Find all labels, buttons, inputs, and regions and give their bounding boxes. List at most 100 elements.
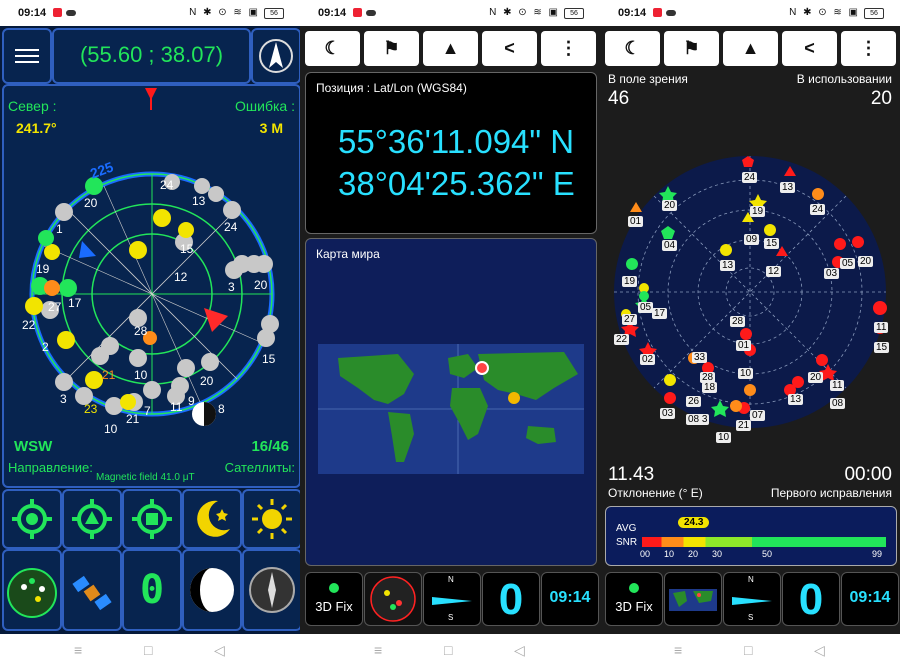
menu-button[interactable] [2, 28, 52, 84]
back-icon[interactable]: ◁ [214, 642, 225, 659]
recent-apps-icon[interactable]: ≡ [374, 642, 382, 658]
fix-status-button[interactable]: 3D Fix [605, 572, 663, 626]
snr-avg-label: AVG [616, 523, 637, 534]
satellite-info-button[interactable] [62, 549, 122, 631]
clock-button[interactable]: 09:14 [541, 572, 599, 626]
big-zero-button[interactable]: 0 [782, 572, 840, 626]
share-button[interactable]: < [482, 31, 537, 66]
sat-id-label: 13 [788, 394, 804, 405]
sat-id-label: 33 [692, 352, 708, 363]
share-icon: < [504, 38, 515, 58]
triangle-mode-button[interactable] [62, 489, 122, 549]
satellite-icon [72, 575, 112, 611]
fix-status-button[interactable]: 3D Fix [305, 572, 363, 626]
digital-view-button[interactable]: 0 [122, 549, 182, 631]
locked-navigate-button[interactable]: ▲ [723, 31, 778, 66]
sat-id-label: 22 [614, 334, 630, 345]
moon-phase-button[interactable] [182, 549, 242, 631]
sat-id-label: 05 [840, 258, 856, 269]
android-nav-bar: ≡ □ ◁ [0, 634, 300, 666]
sat-id-label: 27 [622, 314, 638, 325]
sat-label: 24 [160, 178, 174, 192]
app-notification-icon [653, 8, 662, 17]
sky-label-layer: 24 13 20 01 04 24 19 09 15 12 13 03 05 2… [608, 146, 892, 446]
more-button[interactable]: ⋮ [841, 31, 896, 66]
locked-navigate-button[interactable]: ▲ [423, 31, 478, 66]
sat-label: 9 [188, 394, 195, 408]
big-zero: 0 [498, 575, 524, 624]
share-button[interactable]: < [782, 31, 837, 66]
day-mode-button[interactable] [242, 489, 300, 549]
satellite-count: 16/46 [251, 438, 289, 455]
back-icon[interactable]: ◁ [814, 642, 825, 659]
recent-apps-icon[interactable]: ≡ [74, 642, 82, 658]
locked-person-button[interactable]: ⚑ [664, 31, 719, 66]
sat-label: 20 [254, 278, 268, 292]
sat-label: 10 [134, 368, 148, 382]
radar-thumb-button[interactable] [364, 572, 422, 626]
position-panel: Позиция : Lat/Lon (WGS84) 55°36'11.094" … [305, 72, 597, 234]
compass-mode-button[interactable] [251, 28, 300, 84]
in-view-count: 46 [608, 88, 630, 109]
sat-id-label: 03 [824, 268, 840, 279]
sat-id-label: 26 [686, 396, 702, 407]
night-mode-button[interactable] [182, 489, 242, 549]
locked-person-button[interactable]: ⚑ [364, 31, 419, 66]
sat-id-label: 08 [830, 398, 846, 409]
sat-label-layer: 225 24 13 20 1 24 15 19 12 17 27 22 3 20… [4, 146, 299, 446]
cloud-icon [666, 10, 676, 16]
latitude-value: 55°36'11.094" N [338, 123, 575, 160]
sat-label: 12 [174, 270, 188, 284]
world-map [318, 344, 584, 474]
direction-label: Направление: [8, 460, 93, 475]
person-flag-icon: ⚑ [383, 38, 400, 58]
sat-id-label: 09 [744, 234, 760, 245]
sat-id-label: 15 [874, 342, 890, 353]
home-icon[interactable]: □ [444, 642, 452, 658]
sat-label: 22 [22, 318, 36, 332]
home-icon[interactable]: □ [144, 642, 152, 658]
sat-id-label: 17 [652, 308, 668, 319]
night-toggle-button[interactable]: ☾ [605, 31, 660, 66]
in-view-label: В поле зрения [608, 72, 688, 86]
clock-value: 09:14 [849, 589, 891, 606]
sat-id-label: 05 [638, 302, 654, 313]
phone-screen-1: 09:14 N ✱ ⊙ ≋ ▣ 56 (55.60 ; 38.07) Север… [0, 0, 300, 666]
sat-label: 17 [68, 296, 82, 310]
big-zero-button[interactable]: 0 [482, 572, 540, 626]
radar-view-button[interactable] [2, 549, 62, 631]
person-flag-icon: ⚑ [683, 38, 700, 58]
battery-icon: 56 [264, 8, 284, 19]
cloud-icon [366, 10, 376, 16]
compass-thumb-button[interactable]: N S [423, 572, 481, 626]
recent-apps-icon[interactable]: ≡ [674, 642, 682, 658]
sat-id-label: 08 3 [686, 414, 710, 425]
hamburger-icon [15, 49, 39, 51]
sat-id-label: 04 [662, 240, 678, 251]
sat-label: 20 [200, 374, 214, 388]
sat-label: 24 [224, 220, 238, 234]
sat-label: 23 [84, 402, 98, 416]
gps-fix-button[interactable] [2, 489, 62, 549]
fix-label: 3D Fix [315, 599, 353, 614]
world-map-thumb-button[interactable] [664, 572, 722, 626]
back-icon[interactable]: ◁ [514, 642, 525, 659]
status-time: 09:14 [618, 7, 647, 19]
android-nav-bar: ≡ □ ◁ [300, 634, 600, 666]
sat-id-label: 24 [810, 204, 826, 215]
night-toggle-button[interactable]: ☾ [305, 31, 360, 66]
app-notification-icon [53, 8, 62, 17]
compass-view-button[interactable] [242, 549, 300, 631]
coordinates-display[interactable]: (55.60 ; 38.07) [52, 28, 251, 84]
sat-id-label: 20 [662, 200, 678, 211]
snr-bar [642, 537, 886, 547]
compass-thumb-button[interactable]: N S [723, 572, 781, 626]
more-button[interactable]: ⋮ [541, 31, 596, 66]
square-mode-button[interactable] [122, 489, 182, 549]
sat-id-label: 10 [738, 368, 754, 379]
home-icon[interactable]: □ [744, 642, 752, 658]
sat-id-label: 21 [736, 420, 752, 431]
sat-label: 3 [60, 392, 67, 406]
first-fix-value: 00:00 [844, 464, 892, 485]
clock-button[interactable]: 09:14 [841, 572, 899, 626]
